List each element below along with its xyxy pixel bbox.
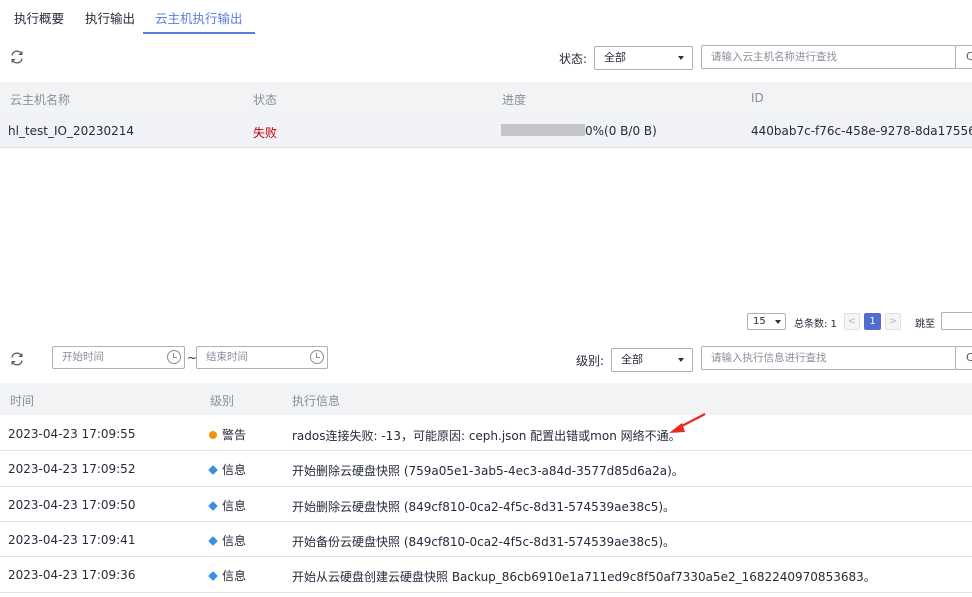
- log-level: 警告: [209, 426, 246, 443]
- log-message: 开始删除云硬盘快照 (759a05e1-3ab5-4ec3-a84d-3577d…: [292, 464, 684, 478]
- table-row: 2023-04-23 17:09:52 信息 开始删除云硬盘快照 (759a05e1…: [0, 451, 972, 487]
- log-level: 信息: [208, 532, 247, 549]
- status-badge: 失败: [253, 126, 278, 140]
- status-filter-value: 全部: [604, 51, 626, 64]
- status-filter-label: 状态:: [559, 52, 588, 66]
- log-level-label: 信息: [222, 463, 247, 477]
- status-filter-select[interactable]: 全部: [594, 46, 693, 70]
- column-header-host-name[interactable]: 云主机名称: [10, 91, 70, 108]
- log-search-button[interactable]: C: [955, 346, 972, 370]
- host-search-button[interactable]: C: [955, 45, 972, 69]
- level-filter-value: 全部: [621, 353, 643, 366]
- refresh-icon[interactable]: [9, 351, 25, 367]
- total-count: 总条数: 1: [794, 319, 837, 330]
- log-level-label: 警告: [222, 428, 247, 442]
- log-level-label: 信息: [222, 569, 247, 583]
- log-table-header: 时间 级别 执行信息: [0, 383, 972, 415]
- column-header-id[interactable]: ID: [751, 91, 764, 105]
- log-time: 2023-04-23 17:09:41: [8, 533, 136, 547]
- refresh-icon[interactable]: [9, 49, 25, 65]
- log-message: 开始备份云硬盘快照 (849cf810-0ca2-4f5c-8d31-57453…: [292, 535, 676, 549]
- tab-host-execution-output[interactable]: 云主机执行输出: [143, 8, 255, 34]
- column-header-message[interactable]: 执行信息: [292, 392, 340, 409]
- log-message: 开始删除云硬盘快照 (849cf810-0ca2-4f5c-8d31-57453…: [292, 500, 676, 514]
- table-row[interactable]: hl_test_IO_20230214 失败 0%(0 B/0 B) 440ba…: [0, 114, 972, 148]
- level-filter-select[interactable]: 全部: [611, 348, 693, 372]
- log-time: 2023-04-23 17:09:52: [8, 462, 136, 476]
- info-dot-icon: [208, 465, 218, 475]
- info-dot-icon: [208, 501, 218, 511]
- log-time: 2023-04-23 17:09:50: [8, 498, 136, 512]
- host-id: 440bab7c-f76c-458e-9278-8da1755665d1: [751, 124, 972, 138]
- log-time: 2023-04-23 17:09:36: [8, 568, 136, 582]
- column-header-level[interactable]: 级别: [210, 392, 234, 409]
- tab-execution-output[interactable]: 执行输出: [83, 8, 137, 34]
- host-name: hl_test_IO_20230214: [8, 124, 135, 138]
- clock-icon: [310, 350, 324, 364]
- chevron-down-icon: [678, 56, 684, 60]
- warning-dot-icon: [209, 431, 217, 439]
- table-row: 2023-04-23 17:09:41 信息 开始备份云硬盘快照 (849cf810…: [0, 522, 972, 557]
- log-time: 2023-04-23 17:09:55: [8, 427, 136, 441]
- tab-execution-summary[interactable]: 执行概要: [12, 8, 66, 34]
- tab-bar: 执行概要 执行输出 云主机执行输出: [0, 0, 972, 34]
- next-page-button[interactable]: >: [885, 313, 901, 330]
- level-filter-label: 级别:: [576, 354, 605, 368]
- log-level-label: 信息: [222, 534, 247, 548]
- log-message: 开始从云硬盘创建云硬盘快照 Backup_86cb6910e1a711ed9c8…: [292, 570, 876, 584]
- jump-to-label: 跳至: [915, 319, 935, 330]
- table-row: 2023-04-23 17:09:36 信息 开始从云硬盘创建云硬盘快照 Backu…: [0, 557, 972, 593]
- end-time-input[interactable]: 结束时间: [196, 346, 328, 369]
- prev-page-button[interactable]: <: [844, 313, 860, 330]
- start-time-placeholder: 开始时间: [62, 351, 104, 363]
- host-search-input[interactable]: 请输入云主机名称进行查找: [701, 45, 956, 69]
- log-level-label: 信息: [222, 499, 247, 513]
- clock-icon: [167, 350, 181, 364]
- log-search-input[interactable]: 请输入执行信息进行查找: [701, 346, 956, 370]
- current-page-button[interactable]: 1: [864, 313, 881, 330]
- page-size-value: 15: [753, 316, 766, 327]
- column-header-status[interactable]: 状态: [253, 91, 277, 108]
- chevron-down-icon: [678, 358, 684, 362]
- log-level: 信息: [208, 497, 247, 514]
- start-time-input[interactable]: 开始时间: [52, 346, 185, 369]
- column-header-progress[interactable]: 进度: [502, 91, 526, 108]
- info-dot-icon: [208, 571, 218, 581]
- end-time-placeholder: 结束时间: [206, 351, 248, 363]
- progress-text: 0%(0 B/0 B): [585, 124, 657, 138]
- log-message: rados连接失败: -13，可能原因: ceph.json 配置出错或mon …: [292, 429, 681, 443]
- table-row: 2023-04-23 17:09:55 警告 rados连接失败: -13，可能原因…: [0, 416, 972, 451]
- table-row: 2023-04-23 17:09:50 信息 开始删除云硬盘快照 (849cf810…: [0, 487, 972, 522]
- info-dot-icon: [208, 536, 218, 546]
- log-level: 信息: [208, 567, 247, 584]
- page-size-select[interactable]: 15: [747, 313, 786, 330]
- log-level: 信息: [208, 461, 247, 478]
- jump-to-page-input[interactable]: [941, 312, 972, 330]
- annotation-arrow-icon: [669, 413, 706, 433]
- host-table-header: 云主机名称 状态 进度 ID: [0, 82, 972, 114]
- column-header-time[interactable]: 时间: [10, 392, 34, 409]
- progress-bar: [501, 124, 585, 136]
- chevron-down-icon: [775, 320, 781, 324]
